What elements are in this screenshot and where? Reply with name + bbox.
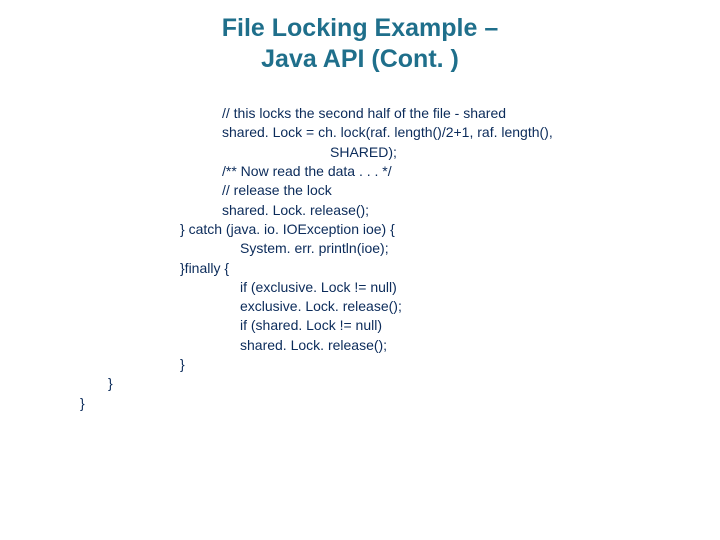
code-line: exclusive. Lock. release(); xyxy=(80,297,660,316)
code-line: }finally { xyxy=(80,259,660,278)
slide-title: File Locking Example – Java API (Cont. ) xyxy=(0,14,720,74)
slide: File Locking Example – Java API (Cont. )… xyxy=(0,0,720,540)
code-line: if (exclusive. Lock != null) xyxy=(80,278,660,297)
title-line-1: File Locking Example – xyxy=(0,14,720,43)
code-line: } xyxy=(80,394,660,413)
code-line: // this locks the second half of the fil… xyxy=(80,104,660,123)
code-line: } catch (java. io. IOException ioe) { xyxy=(80,220,660,239)
code-line: shared. Lock. release(); xyxy=(80,201,660,220)
code-line: } xyxy=(80,374,660,393)
code-line: /** Now read the data . . . */ xyxy=(80,162,660,181)
code-block: // this locks the second half of the fil… xyxy=(80,104,660,413)
code-line: // release the lock xyxy=(80,181,660,200)
code-line: if (shared. Lock != null) xyxy=(80,316,660,335)
code-line: SHARED); xyxy=(80,143,660,162)
code-line: shared. Lock. release(); xyxy=(80,336,660,355)
code-line: } xyxy=(80,355,660,374)
title-line-2: Java API (Cont. ) xyxy=(0,45,720,74)
code-line: shared. Lock = ch. lock(raf. length()/2+… xyxy=(80,123,660,142)
code-line: System. err. println(ioe); xyxy=(80,239,660,258)
